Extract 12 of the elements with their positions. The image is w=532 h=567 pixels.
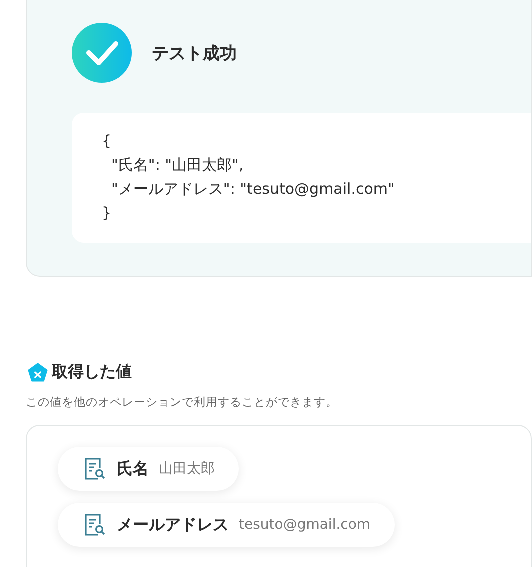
code-line: { xyxy=(102,131,112,152)
value-chip[interactable]: 氏名 山田太郎 xyxy=(58,447,239,491)
code-line: "氏名": "山田太郎", xyxy=(110,155,244,176)
document-search-icon xyxy=(84,513,106,537)
value-chip[interactable]: メールアドレス tesuto@gmail.com xyxy=(58,503,395,547)
result-title: テスト成功 xyxy=(152,42,237,64)
section-title: 取得した値 xyxy=(52,362,132,383)
document-search-icon xyxy=(84,457,106,481)
pentagon-icon xyxy=(28,362,48,382)
code-line: } xyxy=(102,203,112,224)
section-description: この値を他のオペレーションで利用することができます。 xyxy=(26,395,338,410)
code-line: "メールアドレス": "tesuto@gmail.com" xyxy=(110,179,395,200)
